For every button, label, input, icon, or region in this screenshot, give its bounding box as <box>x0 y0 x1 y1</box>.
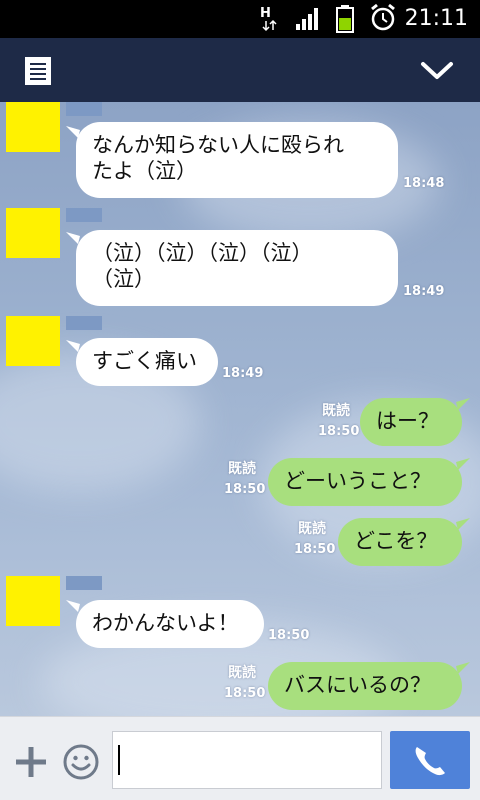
call-button[interactable] <box>390 731 470 789</box>
sender-avatar[interactable] <box>6 208 60 258</box>
alarm-icon <box>371 3 395 31</box>
message-input[interactable] <box>112 731 382 789</box>
sender-name <box>66 316 102 330</box>
bubble-tail <box>456 518 470 530</box>
phone-icon <box>415 747 445 776</box>
emoji-icon[interactable] <box>62 743 100 781</box>
message-time: 18:49 <box>222 366 264 381</box>
message-time: 18:50 <box>268 628 310 643</box>
chat-area[interactable]: なんか知らない人に殴られ たよ（泣） 18:48 （泣）（泣）（泣）（泣） （泣… <box>0 102 480 716</box>
message-time: 18:50 <box>224 686 266 701</box>
sender-avatar[interactable] <box>6 102 60 152</box>
read-receipt: 既読 <box>228 665 256 681</box>
menu-list-icon[interactable] <box>24 56 52 86</box>
message-bubble[interactable]: どーいうこと？ <box>268 458 462 506</box>
message-bubble[interactable]: すごく痛い <box>76 338 218 386</box>
signal-icon <box>296 8 318 30</box>
sender-name <box>66 208 102 222</box>
plus-icon[interactable] <box>14 745 48 779</box>
sender-name <box>66 102 102 116</box>
sender-avatar[interactable] <box>6 316 60 366</box>
sender-avatar[interactable] <box>6 576 60 626</box>
message-time: 18:49 <box>403 284 445 299</box>
bubble-tail <box>66 600 80 612</box>
message-time: 18:48 <box>403 176 445 191</box>
network-h-icon: H <box>260 6 277 32</box>
sender-name <box>66 576 102 590</box>
status-bar: H 21:11 <box>0 0 480 38</box>
message-time: 18:50 <box>224 482 266 497</box>
read-receipt: 既読 <box>322 403 350 419</box>
message-input-bar <box>0 716 480 800</box>
message-time: 18:50 <box>318 424 360 439</box>
bubble-tail <box>456 662 470 674</box>
status-time: 21:11 <box>404 6 468 31</box>
bubble-tail <box>456 458 470 470</box>
network-type-label: H <box>260 6 271 21</box>
message-bubble[interactable]: わかんないよ！ <box>76 600 264 648</box>
chat-header <box>0 38 480 102</box>
battery-icon <box>336 5 354 33</box>
chevron-down-icon[interactable] <box>420 56 454 86</box>
read-receipt: 既読 <box>298 521 326 537</box>
text-caret <box>118 745 120 775</box>
message-bubble[interactable]: どこを？ <box>338 518 462 566</box>
message-time: 18:50 <box>294 542 336 557</box>
message-bubble[interactable]: はー？ <box>360 398 462 446</box>
message-bubble[interactable]: バスにいるの？ <box>268 662 462 710</box>
message-bubble[interactable]: （泣）（泣）（泣）（泣） （泣） <box>76 230 398 306</box>
read-receipt: 既読 <box>228 461 256 477</box>
message-bubble[interactable]: なんか知らない人に殴られ たよ（泣） <box>76 122 398 198</box>
bubble-tail <box>456 398 470 410</box>
